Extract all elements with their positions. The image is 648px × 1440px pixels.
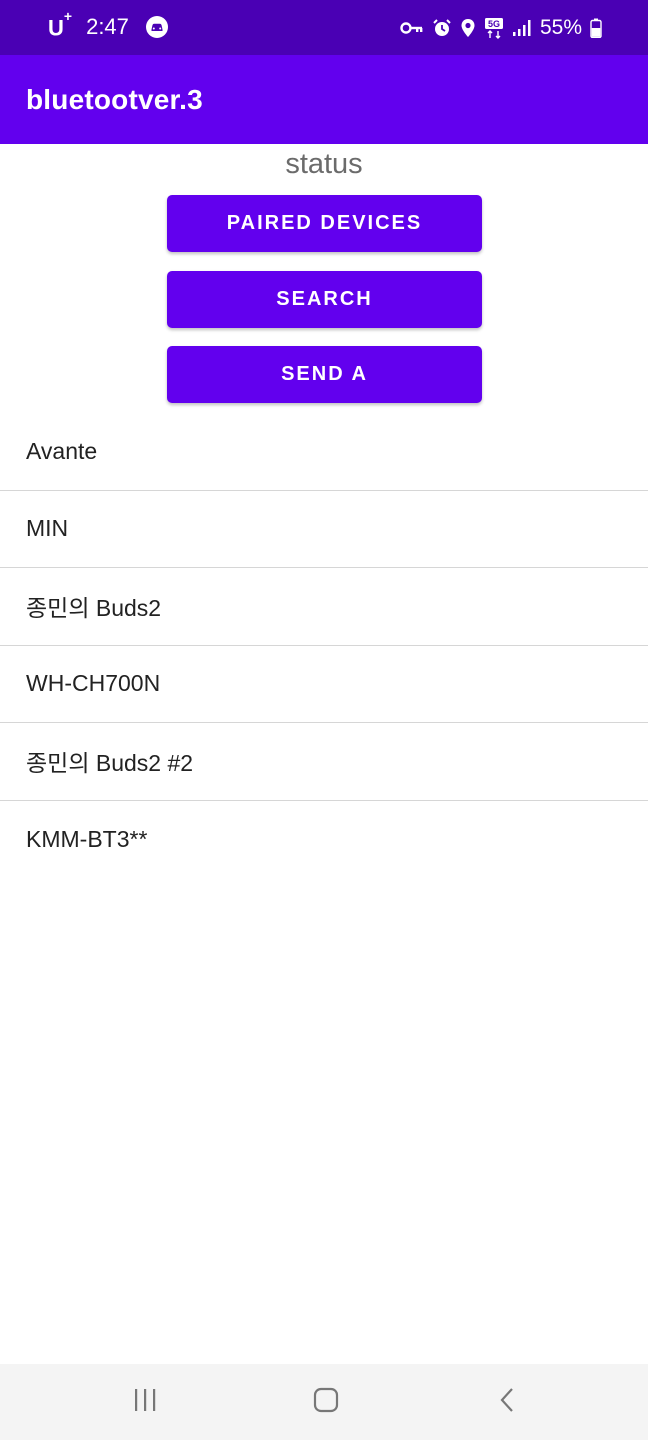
key-icon (400, 20, 424, 36)
back-icon (494, 1386, 522, 1419)
car-icon (145, 15, 169, 39)
signal-icon (512, 19, 532, 37)
home-icon (312, 1386, 340, 1419)
location-icon (460, 18, 476, 38)
status-bar-right: 5G 55% (392, 16, 602, 40)
alarm-icon (432, 18, 452, 38)
device-item[interactable]: 종민의 Buds2 (0, 568, 648, 646)
device-list: Avante MIN 종민의 Buds2 WH-CH700N 종민의 Buds2… (0, 413, 648, 878)
device-item[interactable]: MIN (0, 491, 648, 568)
device-item[interactable]: WH-CH700N (0, 646, 648, 723)
carrier-label: U+ (48, 8, 72, 41)
home-button[interactable] (286, 1364, 366, 1440)
battery-icon (590, 18, 602, 38)
status-bar-left: U+ 2:47 (48, 8, 169, 41)
device-item[interactable]: KMM-BT3** (0, 801, 648, 879)
svg-text:5G: 5G (488, 19, 500, 29)
status-bar: U+ 2:47 5G 55% (0, 0, 648, 55)
carrier-name: U (48, 15, 64, 41)
recents-icon (131, 1386, 159, 1419)
screen: U+ 2:47 5G 55% bluetootver.3 status PAIR… (0, 0, 648, 1440)
paired-devices-button[interactable]: PAIRED DEVICES (167, 195, 482, 252)
carrier-plus: + (63, 7, 73, 24)
back-button[interactable] (468, 1364, 548, 1440)
app-bar: bluetootver.3 (0, 55, 648, 144)
battery-percent: 55% (539, 15, 582, 39)
app-title: bluetootver.3 (26, 83, 203, 115)
device-item[interactable]: 종민의 Buds2 #2 (0, 723, 648, 801)
device-item[interactable]: Avante (0, 413, 648, 491)
clock: 2:47 (86, 14, 129, 40)
search-button[interactable]: SEARCH (167, 271, 482, 328)
status-text: status (285, 148, 363, 180)
5g-icon: 5G (484, 17, 504, 39)
send-a-button[interactable]: SEND A (167, 346, 482, 403)
navigation-bar (0, 1364, 648, 1440)
recents-button[interactable] (105, 1364, 185, 1440)
